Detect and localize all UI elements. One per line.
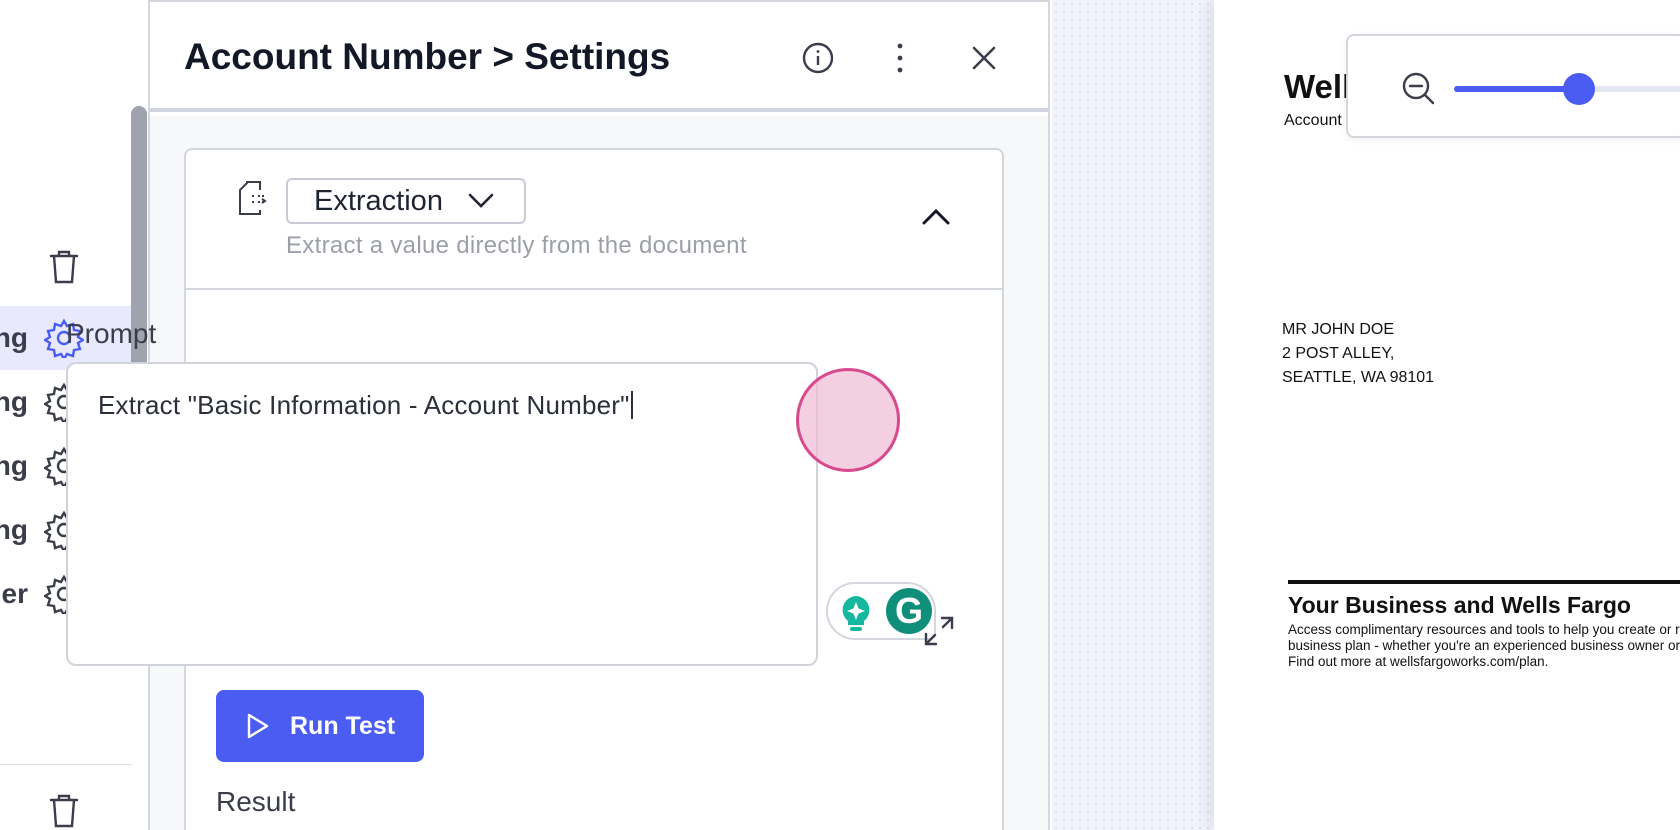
lightbulb-icon[interactable] xyxy=(838,594,874,634)
card-header: Extraction Extract a value directly from… xyxy=(186,150,1002,290)
document-title: Well xyxy=(1284,68,1352,105)
field-list-item-label: ng xyxy=(0,322,28,353)
click-indicator xyxy=(796,368,900,472)
more-vertical-icon[interactable] xyxy=(880,38,920,78)
business-text-line: Find out more at wellsfargoworks.com/pla… xyxy=(1288,654,1549,669)
business-section-text: Access complimentary resources and tools… xyxy=(1288,622,1680,670)
text-caret xyxy=(630,391,633,419)
panel-header: Account Number > Settings xyxy=(150,2,1048,112)
page-title: Account Number > Settings xyxy=(184,36,671,77)
run-test-label: Run Test xyxy=(290,711,396,740)
prompt-textarea[interactable]: Extract "Basic Information - Account Num… xyxy=(66,362,818,666)
play-icon xyxy=(247,713,269,739)
prompt-text-value: Extract "Basic Information - Account Num… xyxy=(98,390,630,420)
run-test-button[interactable]: Run Test xyxy=(216,690,424,762)
list-divider xyxy=(0,764,132,765)
zoom-slider[interactable] xyxy=(1454,73,1680,105)
zoom-slider-thumb[interactable] xyxy=(1562,73,1595,105)
mode-select-value: Extraction xyxy=(314,184,443,217)
business-text-line: business plan - whether you're an experi… xyxy=(1288,638,1680,653)
zoom-control xyxy=(1346,34,1680,138)
delete-icon[interactable] xyxy=(44,790,84,830)
section-rule xyxy=(1288,580,1680,584)
mailing-address: MR JOHN DOE 2 POST ALLEY, SEATTLE, WA 98… xyxy=(1282,318,1434,390)
field-list-item-label: ng xyxy=(0,450,28,481)
document-subtitle: Account xyxy=(1284,112,1342,129)
delete-icon[interactable] xyxy=(44,246,84,286)
address-line: 2 POST ALLEY, xyxy=(1282,345,1395,362)
mode-select[interactable]: Extraction xyxy=(286,178,526,224)
close-icon[interactable] xyxy=(964,38,1004,78)
canvas-background xyxy=(1052,0,1214,830)
result-label: Result xyxy=(216,786,296,817)
expand-icon[interactable] xyxy=(922,614,956,648)
zoom-out-icon[interactable] xyxy=(1400,70,1436,106)
business-section-title: Your Business and Wells Fargo xyxy=(1288,592,1631,618)
grammarly-widget[interactable]: G xyxy=(826,582,936,640)
field-list-item-label: ng xyxy=(0,386,28,417)
business-text-line: Access complimentary resources and tools… xyxy=(1288,622,1680,637)
field-list-item-label: ng xyxy=(0,514,28,545)
address-line: MR JOHN DOE xyxy=(1282,321,1394,338)
address-line: SEATTLE, WA 98101 xyxy=(1282,369,1435,386)
chevron-up-icon[interactable] xyxy=(920,204,952,228)
document-extract-icon xyxy=(239,181,267,215)
zoom-slider-fill xyxy=(1454,86,1579,92)
chevron-down-icon xyxy=(468,193,494,208)
prompt-text: Extract "Basic Information - Account Num… xyxy=(98,390,633,421)
field-list-item-label: er xyxy=(1,578,28,609)
mode-description: Extract a value directly from the docume… xyxy=(286,232,747,259)
prompt-label: Prompt xyxy=(66,318,157,349)
info-icon[interactable] xyxy=(798,38,838,78)
